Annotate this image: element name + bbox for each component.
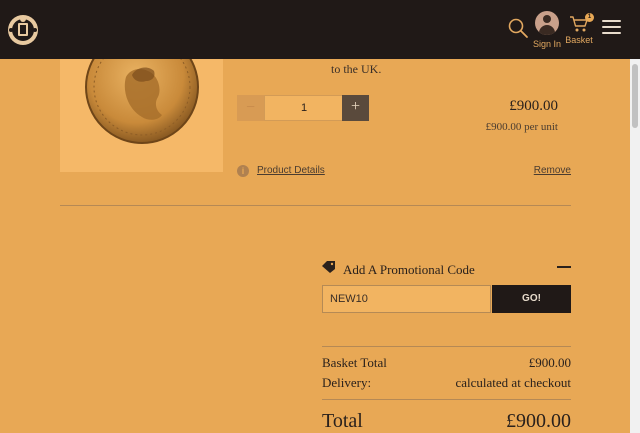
basket-total-value: £900.00	[528, 355, 571, 370]
delivery-value: calculated at checkout	[455, 375, 572, 390]
promo-code-input[interactable]: NEW10	[322, 285, 491, 313]
crest-logo-icon[interactable]	[6, 13, 40, 47]
user-icon	[535, 11, 559, 35]
basket-total-label: Basket Total	[322, 355, 387, 370]
product-image	[60, 59, 223, 172]
info-icon[interactable]: i	[237, 165, 249, 177]
unit-price: £900.00 per unit	[485, 121, 558, 133]
promo-apply-button[interactable]: GO!	[492, 285, 571, 313]
sign-in-button[interactable]: Sign In	[532, 11, 562, 49]
basket-label: Basket	[565, 35, 593, 45]
section-divider	[60, 205, 571, 206]
tag-icon	[322, 261, 335, 273]
total-value: £900.00	[506, 410, 571, 432]
quantity-decrease-button[interactable]: −	[237, 95, 264, 121]
promo-code-toggle-title[interactable]: Add A Promotional Code	[343, 262, 475, 278]
summary-divider	[322, 346, 571, 347]
page-scrollbar-thumb[interactable]	[632, 64, 638, 128]
shipping-note: to the UK.	[331, 62, 382, 76]
gold-sovereign-coin-image	[85, 59, 199, 144]
quantity-input[interactable]: 1	[264, 95, 344, 121]
collapse-minus-icon[interactable]	[557, 266, 571, 268]
remove-link[interactable]: Remove	[534, 165, 571, 176]
site-header: Sign In 1 Basket	[0, 0, 640, 59]
basket-button[interactable]: 1 Basket	[565, 13, 594, 45]
total-label: Total	[322, 410, 363, 432]
product-details-link[interactable]: Product Details	[257, 165, 325, 176]
basket-count-badge: 1	[585, 13, 594, 22]
line-price: £900.00	[509, 98, 558, 114]
menu-icon[interactable]	[602, 20, 621, 36]
search-icon[interactable]	[507, 17, 529, 39]
sign-in-label: Sign In	[532, 39, 562, 49]
quantity-increase-button[interactable]: +	[342, 95, 369, 121]
delivery-label: Delivery:	[322, 375, 372, 390]
summary-divider-total	[322, 399, 571, 400]
